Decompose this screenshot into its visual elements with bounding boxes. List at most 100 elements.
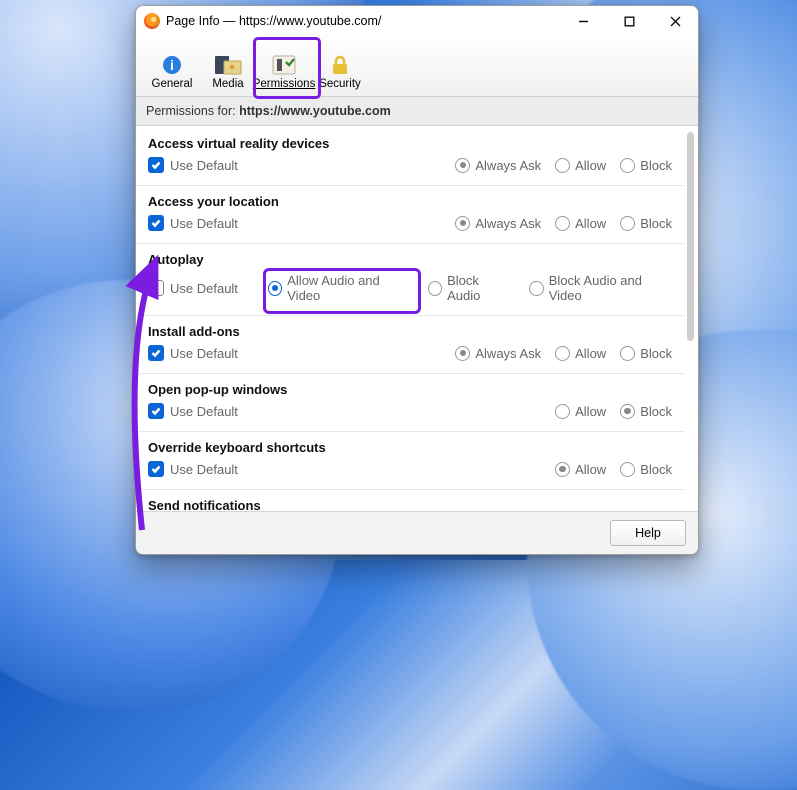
permission-option-allow[interactable]: Allow bbox=[555, 158, 606, 173]
use-default-option[interactable]: Use Default bbox=[148, 157, 238, 173]
use-default-label: Use Default bbox=[170, 216, 238, 231]
permission-group-shortcuts: Override keyboard shortcuts Use Default Al… bbox=[136, 432, 684, 490]
use-default-checkbox[interactable] bbox=[148, 280, 164, 296]
toolbar-tab-label: Security bbox=[319, 78, 361, 90]
permission-option-block_av[interactable]: Block Audio and Video bbox=[529, 273, 672, 303]
permission-options: Always Ask Allow Block bbox=[455, 158, 672, 173]
permission-option-block[interactable]: Block bbox=[620, 462, 672, 477]
radio-block[interactable] bbox=[620, 346, 635, 361]
permission-title: Autoplay bbox=[148, 252, 672, 267]
permission-option-always_ask[interactable]: Always Ask bbox=[455, 346, 541, 361]
use-default-option[interactable]: Use Default bbox=[148, 215, 238, 231]
use-default-checkbox[interactable] bbox=[148, 215, 164, 231]
permission-options: Allow Audio and Video Block Audio Block Au… bbox=[268, 273, 672, 303]
scrollbar[interactable] bbox=[687, 132, 694, 505]
radio-always_ask[interactable] bbox=[455, 216, 470, 231]
radio-block_audio[interactable] bbox=[428, 281, 442, 296]
radio-always_ask[interactable] bbox=[455, 346, 470, 361]
permission-option-label: Allow bbox=[575, 346, 606, 361]
use-default-checkbox[interactable] bbox=[148, 461, 164, 477]
info-icon: i bbox=[157, 52, 187, 78]
radio-block[interactable] bbox=[620, 462, 635, 477]
permissions-list: Access virtual reality devices Use Defaul… bbox=[136, 126, 684, 511]
radio-allow[interactable] bbox=[555, 158, 570, 173]
use-default-label: Use Default bbox=[170, 462, 238, 477]
permission-option-label: Allow bbox=[575, 158, 606, 173]
permission-option-label: Always Ask bbox=[475, 158, 541, 173]
use-default-option[interactable]: Use Default bbox=[148, 345, 238, 361]
permission-option-allow[interactable]: Allow bbox=[555, 404, 606, 419]
permission-option-label: Block Audio and Video bbox=[549, 273, 672, 303]
maximize-button[interactable] bbox=[606, 6, 652, 36]
radio-allow[interactable] bbox=[555, 462, 570, 477]
radio-allow[interactable] bbox=[555, 346, 570, 361]
permission-options: Always Ask Allow Block bbox=[455, 346, 672, 361]
close-button[interactable] bbox=[652, 6, 698, 36]
svg-text:i: i bbox=[170, 57, 174, 73]
permission-option-allow[interactable]: Allow bbox=[555, 216, 606, 231]
permission-option-label: Block bbox=[640, 404, 672, 419]
radio-allow[interactable] bbox=[555, 216, 570, 231]
radio-block_av[interactable] bbox=[529, 281, 543, 296]
use-default-option[interactable]: Use Default bbox=[148, 280, 238, 296]
permission-option-label: Block Audio bbox=[447, 273, 511, 303]
permission-option-label: Block bbox=[640, 216, 672, 231]
use-default-checkbox[interactable] bbox=[148, 403, 164, 419]
help-button-label: Help bbox=[635, 526, 661, 540]
use-default-option[interactable]: Use Default bbox=[148, 403, 238, 419]
permission-option-always_ask[interactable]: Always Ask bbox=[455, 158, 541, 173]
toolbar-tab-media[interactable]: Media bbox=[200, 40, 256, 90]
permission-title: Send notifications bbox=[148, 498, 672, 511]
radio-allow_av[interactable] bbox=[268, 281, 282, 296]
permission-group-autoplay: Autoplay Use Default Allow Audio and Video… bbox=[136, 244, 684, 316]
use-default-checkbox[interactable] bbox=[148, 345, 164, 361]
permission-group-vr: Access virtual reality devices Use Defaul… bbox=[136, 128, 684, 186]
permission-title: Install add-ons bbox=[148, 324, 672, 339]
permission-option-allow[interactable]: Allow bbox=[555, 462, 606, 477]
minimize-button[interactable] bbox=[560, 6, 606, 36]
permission-title: Access virtual reality devices bbox=[148, 136, 672, 151]
permission-option-allow_av[interactable]: Allow Audio and Video bbox=[268, 273, 410, 303]
toolbar-tab-general[interactable]: i General bbox=[144, 40, 200, 90]
permission-option-block[interactable]: Block bbox=[620, 216, 672, 231]
permission-option-allow[interactable]: Allow bbox=[555, 346, 606, 361]
perm-icon bbox=[269, 52, 299, 78]
permission-option-block[interactable]: Block bbox=[620, 346, 672, 361]
toolbar-tab-permissions[interactable]: Permissions bbox=[256, 40, 312, 90]
help-button[interactable]: Help bbox=[610, 520, 686, 546]
permission-title: Override keyboard shortcuts bbox=[148, 440, 672, 455]
permission-option-label: Always Ask bbox=[475, 216, 541, 231]
titlebar[interactable]: Page Info — https://www.youtube.com/ bbox=[136, 6, 698, 36]
radio-block[interactable] bbox=[620, 158, 635, 173]
toolbar: i General Media Permissions Security bbox=[136, 36, 698, 97]
window-title: Page Info — https://www.youtube.com/ bbox=[166, 14, 381, 28]
permission-option-label: Block bbox=[640, 158, 672, 173]
permission-group-popups: Open pop-up windows Use Default Allow Block bbox=[136, 374, 684, 432]
permission-title: Open pop-up windows bbox=[148, 382, 672, 397]
permission-title: Access your location bbox=[148, 194, 672, 209]
scrollbar-thumb[interactable] bbox=[687, 132, 694, 341]
media-icon bbox=[213, 52, 243, 78]
permission-group-addons: Install add-ons Use Default Always Ask Allo… bbox=[136, 316, 684, 374]
use-default-label: Use Default bbox=[170, 281, 238, 296]
use-default-label: Use Default bbox=[170, 346, 238, 361]
footer: Help bbox=[136, 511, 698, 554]
permissions-for-url: https://www.youtube.com bbox=[239, 104, 391, 118]
radio-block[interactable] bbox=[620, 216, 635, 231]
permission-option-label: Block bbox=[640, 462, 672, 477]
toolbar-tab-label: General bbox=[152, 78, 193, 90]
use-default-label: Use Default bbox=[170, 158, 238, 173]
radio-always_ask[interactable] bbox=[455, 158, 470, 173]
use-default-option[interactable]: Use Default bbox=[148, 461, 238, 477]
toolbar-tab-label: Media bbox=[212, 78, 243, 90]
radio-allow[interactable] bbox=[555, 404, 570, 419]
radio-block[interactable] bbox=[620, 404, 635, 419]
permission-option-label: Allow bbox=[575, 404, 606, 419]
permission-options: Allow Block bbox=[555, 404, 672, 419]
permission-option-block_audio[interactable]: Block Audio bbox=[428, 273, 512, 303]
use-default-checkbox[interactable] bbox=[148, 157, 164, 173]
permission-option-always_ask[interactable]: Always Ask bbox=[455, 216, 541, 231]
permission-option-block[interactable]: Block bbox=[620, 404, 672, 419]
permission-option-block[interactable]: Block bbox=[620, 158, 672, 173]
toolbar-tab-security[interactable]: Security bbox=[312, 40, 368, 90]
